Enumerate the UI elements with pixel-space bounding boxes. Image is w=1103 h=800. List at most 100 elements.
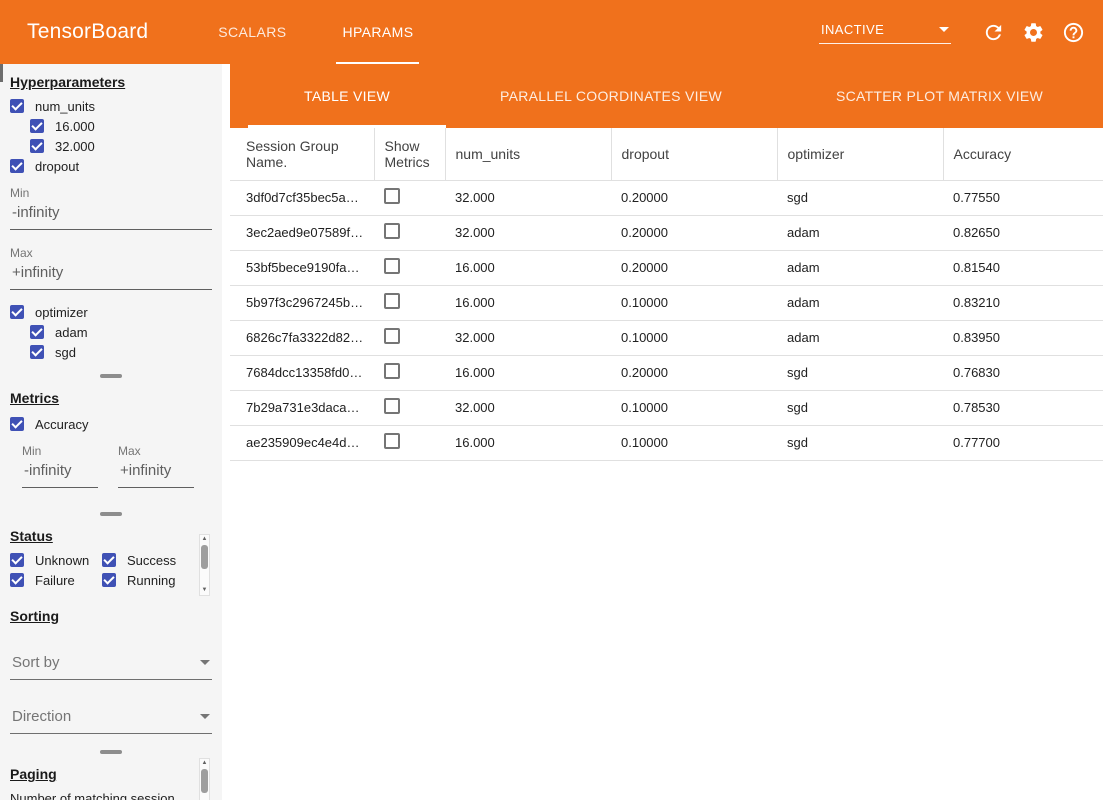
checkbox-checked-icon[interactable] <box>10 99 24 113</box>
hparam-checkbox-dropout[interactable]: dropout <box>10 156 212 176</box>
view-tabs: TABLE VIEW PARALLEL COORDINATES VIEW SCA… <box>230 64 1103 128</box>
hparam-checkbox-num-units[interactable]: num_units <box>10 96 212 116</box>
settings-button[interactable] <box>1021 20 1045 44</box>
paging-scrollbar[interactable]: ▲ <box>199 758 210 800</box>
show-metrics-checkbox[interactable] <box>384 433 400 449</box>
tab-scatter-plot-matrix-view[interactable]: SCATTER PLOT MATRIX VIEW <box>776 64 1103 128</box>
col-header-session-group-name[interactable]: Session Group Name. <box>230 128 374 180</box>
status-scrollbar[interactable]: ▲ ▼ <box>199 534 210 596</box>
col-header-accuracy[interactable]: Accuracy <box>943 128 1103 180</box>
table-row[interactable]: 7b29a731e3daca… 32.000 0.10000 sgd 0.785… <box>230 390 1103 425</box>
dropout-value: 0.10000 <box>611 390 777 425</box>
table-header-row: Session Group Name. Show Metrics num_uni… <box>230 128 1103 180</box>
num-units-value: 32.000 <box>445 320 611 355</box>
tab-parallel-coordinates-view[interactable]: PARALLEL COORDINATES VIEW <box>446 64 776 128</box>
scrollbar-thumb[interactable] <box>201 545 208 569</box>
checkbox-checked-icon[interactable] <box>10 417 24 431</box>
optimizer-value: adam <box>777 320 943 355</box>
checkbox-checked-icon[interactable] <box>30 139 44 153</box>
table-row[interactable]: 3ec2aed9e07589f… 32.000 0.20000 adam 0.8… <box>230 215 1103 250</box>
checkbox-label: 16.000 <box>55 119 95 134</box>
reload-status-value: INACTIVE <box>821 22 884 37</box>
table-row[interactable]: 53bf5bece9190fa… 16.000 0.20000 adam 0.8… <box>230 250 1103 285</box>
optimizer-group: optimizer adam sgd <box>10 302 212 362</box>
hyperparameters-section: Hyperparameters num_units 16.000 32.000 … <box>0 64 222 378</box>
direction-select[interactable]: Direction <box>10 704 212 734</box>
tab-scalars[interactable]: SCALARS <box>190 0 314 64</box>
optimizer-value: sgd <box>777 355 943 390</box>
scroll-up-icon[interactable]: ▲ <box>202 535 208 544</box>
tab-hparams[interactable]: HPARAMS <box>314 0 441 64</box>
tab-table-view[interactable]: TABLE VIEW <box>248 64 446 128</box>
col-header-optimizer[interactable]: optimizer <box>777 128 943 180</box>
status-checkbox-unknown[interactable]: Unknown <box>10 550 102 570</box>
show-metrics-checkbox[interactable] <box>384 293 400 309</box>
accuracy-value: 0.77700 <box>943 425 1103 460</box>
table-row[interactable]: 7684dcc13358fd0… 16.000 0.20000 sgd 0.76… <box>230 355 1103 390</box>
reload-status-select[interactable]: INACTIVE <box>819 20 951 44</box>
session-group-name: 6826c7fa3322d82… <box>230 320 374 355</box>
help-icon <box>1062 21 1085 44</box>
checkbox-checked-icon[interactable] <box>102 573 116 587</box>
checkbox-label: sgd <box>55 345 76 360</box>
checkbox-checked-icon[interactable] <box>30 345 44 359</box>
status-checkbox-running[interactable]: Running <box>102 570 192 590</box>
refresh-button[interactable] <box>981 20 1005 44</box>
sorting-section: Sorting Sort by Direction <box>0 590 222 754</box>
status-checkbox-success[interactable]: Success <box>102 550 192 570</box>
metric-max-input[interactable]: +infinity <box>118 458 194 488</box>
checkbox-checked-icon[interactable] <box>10 159 24 173</box>
metric-checkbox-accuracy[interactable]: Accuracy <box>10 414 212 434</box>
sort-by-select[interactable]: Sort by <box>10 650 212 680</box>
hparam-value-checkbox-32[interactable]: 32.000 <box>30 136 212 156</box>
chevron-down-icon <box>200 660 210 665</box>
checkbox-checked-icon[interactable] <box>102 553 116 567</box>
checkbox-label: optimizer <box>35 305 88 320</box>
show-metrics-checkbox[interactable] <box>384 328 400 344</box>
dropout-value: 0.10000 <box>611 425 777 460</box>
optimizer-value: adam <box>777 250 943 285</box>
num-units-value: 32.000 <box>445 390 611 425</box>
col-header-show-metrics[interactable]: Show Metrics <box>374 128 445 180</box>
dropout-value: 0.20000 <box>611 250 777 285</box>
hparam-value-checkbox-16[interactable]: 16.000 <box>30 116 212 136</box>
checkbox-checked-icon[interactable] <box>10 573 24 587</box>
hparam-value-checkbox-sgd[interactable]: sgd <box>30 342 212 362</box>
paging-heading: Paging <box>10 766 212 782</box>
hparam-value-checkbox-adam[interactable]: adam <box>30 322 212 342</box>
show-metrics-checkbox[interactable] <box>384 188 400 204</box>
session-group-name: 3ec2aed9e07589f… <box>230 215 374 250</box>
metric-minmax-row: Min -infinity Max +infinity <box>22 436 212 488</box>
dropout-max-input[interactable]: +infinity <box>10 260 212 290</box>
metric-min-input[interactable]: -infinity <box>22 458 98 488</box>
checkbox-checked-icon[interactable] <box>10 305 24 319</box>
chevron-down-icon <box>200 714 210 719</box>
dropout-value: 0.20000 <box>611 180 777 215</box>
col-header-num-units[interactable]: num_units <box>445 128 611 180</box>
metric-min-label: Min <box>22 444 98 458</box>
status-checkbox-failure[interactable]: Failure <box>10 570 102 590</box>
scrollbar-thumb[interactable] <box>201 769 208 793</box>
checkbox-checked-icon[interactable] <box>30 119 44 133</box>
show-metrics-checkbox[interactable] <box>384 258 400 274</box>
checkbox-label: Accuracy <box>35 417 88 432</box>
show-metrics-checkbox[interactable] <box>384 223 400 239</box>
hparam-checkbox-optimizer[interactable]: optimizer <box>10 302 212 322</box>
session-groups-table: Session Group Name. Show Metrics num_uni… <box>230 128 1103 461</box>
show-metrics-checkbox[interactable] <box>384 363 400 379</box>
optimizer-value: adam <box>777 215 943 250</box>
table-row[interactable]: 6826c7fa3322d82… 32.000 0.10000 adam 0.8… <box>230 320 1103 355</box>
show-metrics-checkbox[interactable] <box>384 398 400 414</box>
table-row[interactable]: 5b97f3c2967245b… 16.000 0.10000 adam 0.8… <box>230 285 1103 320</box>
table-row[interactable]: 3df0d7cf35bec5a… 32.000 0.20000 sgd 0.77… <box>230 180 1103 215</box>
dropout-min-input[interactable]: -infinity <box>10 200 212 230</box>
checkbox-label: adam <box>55 325 88 340</box>
status-heading: Status <box>10 528 212 544</box>
col-header-dropout[interactable]: dropout <box>611 128 777 180</box>
checkbox-checked-icon[interactable] <box>30 325 44 339</box>
table-row[interactable]: ae235909ec4e4d… 16.000 0.10000 sgd 0.777… <box>230 425 1103 460</box>
checkbox-checked-icon[interactable] <box>10 553 24 567</box>
scroll-up-icon[interactable]: ▲ <box>202 759 208 768</box>
optimizer-value: sgd <box>777 425 943 460</box>
help-button[interactable] <box>1061 20 1085 44</box>
